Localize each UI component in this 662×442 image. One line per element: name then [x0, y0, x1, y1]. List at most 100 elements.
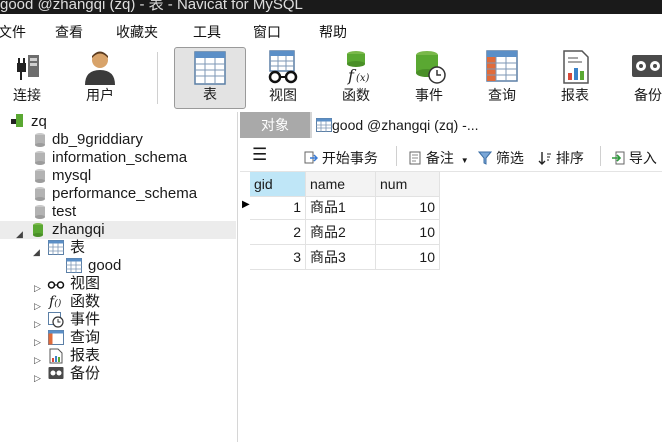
connection-label: 连接	[13, 87, 41, 103]
table-cell[interactable]: 3	[250, 245, 306, 270]
begin-transaction-label: 开始事务	[321, 150, 378, 166]
view-button[interactable]: 视图	[247, 47, 319, 109]
table-group-icon	[48, 240, 64, 255]
tab-objects[interactable]: 对象	[240, 112, 310, 138]
current-row-indicator-icon: ▶	[242, 199, 250, 210]
tree-backups-label: 备份	[70, 365, 101, 382]
toolbar-divider	[600, 146, 601, 166]
table-cell[interactable]: 商品1	[306, 195, 376, 220]
query-icon	[486, 50, 518, 82]
view-label: 视图	[269, 87, 297, 103]
table-cell[interactable]: 商品2	[306, 220, 376, 245]
report-icon	[49, 348, 63, 364]
tab-strip: 对象 good @zhangqi (zq) -...	[240, 112, 662, 138]
toolbar-divider	[396, 146, 397, 166]
backup-icon	[48, 367, 64, 379]
memo-button[interactable]: 备注 ▼	[408, 148, 469, 168]
report-label: 报表	[561, 87, 589, 103]
tree-tables-label: 表	[70, 239, 86, 256]
database-icon	[35, 169, 45, 183]
menu-tools[interactable]: 工具	[193, 22, 221, 42]
tree-queries-group[interactable]: ▷ 查询	[0, 329, 230, 347]
table-cell[interactable]: 10	[376, 245, 440, 270]
column-header-gid[interactable]: gid	[250, 172, 306, 197]
tree-views-group[interactable]: ▷ 视图	[0, 275, 230, 293]
function-icon: f()	[49, 294, 62, 310]
tree-table-label: good	[88, 257, 122, 274]
transaction-icon	[304, 151, 319, 164]
backup-button[interactable]: 备份	[612, 47, 662, 109]
view-icon	[47, 281, 65, 289]
menu-bar: 文件 查看 收藏夹 工具 窗口 帮助	[0, 14, 662, 46]
tab-table-good[interactable]: good @zhangqi (zq) -...	[312, 112, 662, 138]
report-button[interactable]: 报表	[539, 47, 611, 109]
table-cell[interactable]: 10	[376, 195, 440, 220]
tree-connection-label: zq	[31, 113, 47, 130]
column-header-num[interactable]: num	[376, 172, 440, 197]
title-bar: good @zhangqi (zq) - 表 - Navicat for MyS…	[0, 0, 662, 14]
column-header-name[interactable]: name	[306, 172, 376, 197]
tree-db-item[interactable]: performance_schema	[0, 185, 230, 203]
menu-help[interactable]: 帮助	[319, 22, 347, 42]
tree-backups-group[interactable]: ▷ 备份	[0, 365, 230, 383]
tree-db-item[interactable]: information_schema	[0, 149, 230, 167]
tree-db-item[interactable]: mysql	[0, 167, 230, 185]
filter-icon	[477, 151, 493, 165]
menu-icon[interactable]: ☰	[252, 145, 267, 165]
menu-file[interactable]: 文件	[0, 22, 26, 42]
table-cell[interactable]: 商品3	[306, 245, 376, 270]
table-cell[interactable]: 2	[250, 220, 306, 245]
event-icon	[48, 312, 64, 328]
filter-label: 筛选	[495, 150, 524, 166]
tree-reports-group[interactable]: ▷ 报表	[0, 347, 230, 365]
tree-table-good[interactable]: good	[0, 257, 230, 275]
tree-db-open[interactable]: ◢ zhangqi	[0, 221, 236, 239]
event-icon	[416, 51, 446, 84]
collapsed-arrow-icon[interactable]: ▷	[34, 369, 41, 387]
table-icon	[316, 118, 332, 132]
tree-db-label: mysql	[52, 167, 92, 184]
filter-button[interactable]: 筛选	[477, 148, 524, 168]
database-icon	[35, 133, 45, 147]
database-icon	[35, 151, 45, 165]
navigation-tree: zq db_9griddiary information_schema mysq…	[0, 112, 238, 442]
tree-tables-group[interactable]: ◢ 表	[0, 239, 230, 257]
connection-button[interactable]: 连接	[0, 47, 63, 109]
dropdown-arrow-icon[interactable]: ▼	[461, 156, 469, 165]
begin-transaction-button[interactable]: 开始事务	[304, 148, 378, 168]
tree-functions-label: 函数	[70, 293, 101, 310]
tree-db-label: db_9griddiary	[52, 131, 143, 148]
query-button[interactable]: 查询	[466, 47, 538, 109]
tree-connection-zq[interactable]: zq	[0, 113, 230, 131]
table-button[interactable]: 表	[174, 47, 246, 109]
tree-events-group[interactable]: ▷ 事件	[0, 311, 230, 329]
view-icon	[268, 50, 298, 84]
data-toolbar: ☰ 开始事务 备注 ▼ 筛选 排序 导入	[240, 140, 662, 172]
svg-text:(x): (x)	[356, 73, 370, 84]
tree-db-label: information_schema	[52, 149, 188, 166]
import-button[interactable]: 导入	[611, 148, 657, 168]
function-label: 函数	[342, 87, 370, 103]
tree-functions-group[interactable]: ▷ f() 函数	[0, 293, 230, 311]
menu-window[interactable]: 窗口	[253, 22, 281, 42]
database-open-icon	[33, 223, 43, 237]
user-button[interactable]: 用户	[64, 47, 136, 109]
table-cell[interactable]: 10	[376, 220, 440, 245]
sort-button[interactable]: 排序	[538, 148, 584, 168]
tree-db-open-label: zhangqi	[52, 221, 105, 238]
tree-reports-label: 报表	[70, 347, 101, 364]
window-title: good @zhangqi (zq) - 表 - Navicat for MyS…	[0, 0, 303, 13]
import-icon	[612, 151, 625, 165]
event-button[interactable]: 事件	[393, 47, 465, 109]
memo-icon	[409, 151, 421, 165]
query-label: 查询	[488, 87, 516, 103]
database-icon	[35, 205, 45, 219]
menu-favorites[interactable]: 收藏夹	[116, 22, 158, 42]
user-label: 用户	[86, 87, 114, 103]
tree-db-item[interactable]: test	[0, 203, 230, 221]
tree-db-item[interactable]: db_9griddiary	[0, 131, 230, 149]
menu-view[interactable]: 查看	[55, 22, 83, 42]
table-icon	[66, 258, 82, 273]
table-cell[interactable]: 1	[250, 195, 306, 220]
function-button[interactable]: f (x) 函数	[320, 47, 392, 109]
